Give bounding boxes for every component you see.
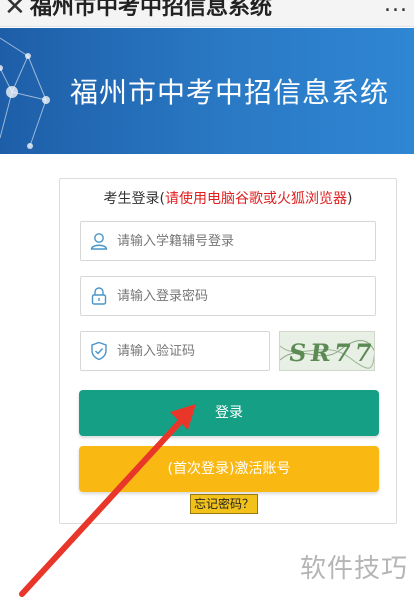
student-id-input[interactable] [117, 222, 367, 260]
banner-title: 福州市中考中招信息系统 [70, 76, 390, 109]
shield-check-icon [91, 341, 107, 361]
login-panel: 考生登录(请使用电脑谷歌或火狐浏览器) SR77 登录 (首次登录)激活账号 [59, 178, 397, 524]
user-icon [90, 233, 108, 250]
network-decoration-icon [0, 37, 50, 149]
login-button[interactable]: 登录 [79, 390, 379, 436]
browser-warning: 请使用电脑谷歌或火狐浏览器 [165, 191, 347, 207]
page-title: 福州市中考中招信息系统 [30, 0, 273, 20]
captcha-field[interactable] [80, 331, 270, 371]
password-input[interactable] [117, 277, 367, 315]
forgot-password-link[interactable]: 忘记密码？ [190, 494, 259, 514]
app-top-bar: ✕ 福州市中考中招信息系统 ... [0, 0, 414, 27]
login-header-close: ) [347, 191, 353, 207]
password-field[interactable] [80, 276, 376, 316]
captcha-input[interactable] [117, 332, 261, 370]
activate-account-button[interactable]: (首次登录)激活账号 [79, 446, 379, 492]
close-icon[interactable]: ✕ [4, 0, 26, 20]
captcha-image[interactable]: SR77 [279, 331, 375, 371]
header-banner: 福州市中考中招信息系统 [0, 28, 414, 154]
watermark-text: 软件技巧 [299, 554, 408, 584]
lock-icon [91, 287, 107, 305]
login-header: 考生登录(请使用电脑谷歌或火狐浏览器) [60, 189, 396, 209]
captcha-text: SR77 [287, 338, 375, 367]
more-icon[interactable]: ... [384, 0, 408, 18]
student-id-field[interactable] [80, 221, 376, 261]
login-header-label: 考生登录( [103, 191, 165, 207]
